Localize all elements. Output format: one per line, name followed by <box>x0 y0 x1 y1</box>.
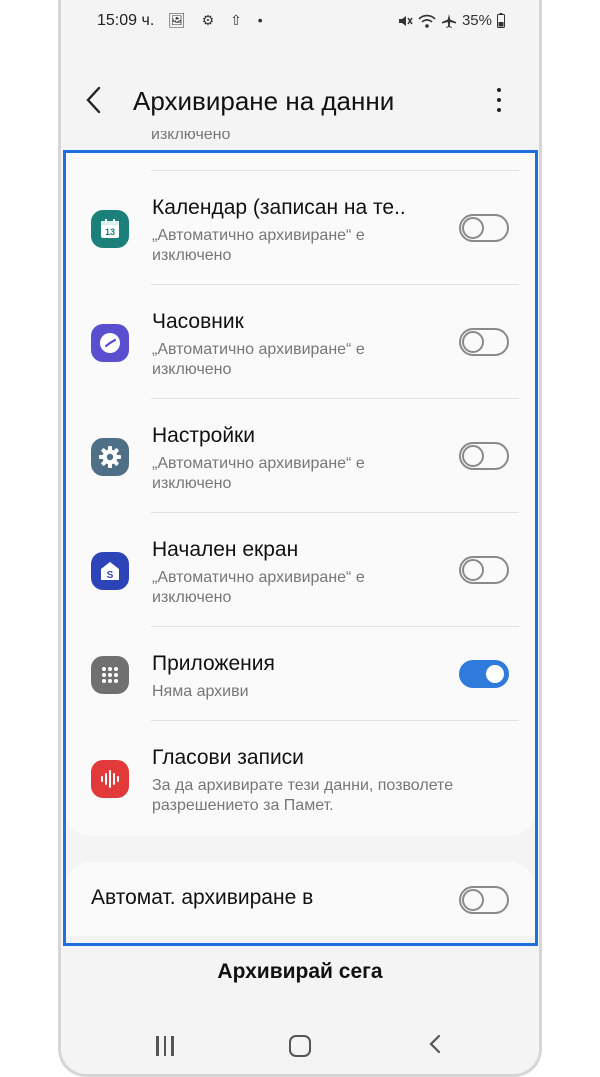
backup-items-list: 13 Календар (записан на те.. „Автоматичн… <box>65 150 535 836</box>
item-title: Начален екран <box>152 538 299 561</box>
voice-recorder-icon <box>91 760 129 798</box>
wifi-icon <box>418 14 436 28</box>
more-dot <box>497 108 501 112</box>
item-subtitle: Няма архиви <box>152 683 249 700</box>
item-subtitle: За да архивирате тези данни, позволете р… <box>152 777 454 814</box>
home-screen-toggle[interactable] <box>459 556 509 584</box>
apps-grid-icon <box>91 656 129 694</box>
status-system-icons: 35% <box>397 12 505 29</box>
item-title: Часовник <box>152 310 244 333</box>
page-title: Архивиране на данни <box>133 86 395 116</box>
recent-apps-icon <box>163 1036 166 1056</box>
divider <box>151 398 519 399</box>
more-dot <box>497 98 501 102</box>
item-subtitle: „Автоматично архивиране“ е изключено <box>152 569 365 606</box>
airplane-icon <box>441 13 456 28</box>
item-subtitle: „Автоматично архивиране“ е изключено <box>152 341 365 378</box>
recent-apps-icon <box>171 1036 174 1056</box>
chevron-left-icon <box>429 1034 441 1054</box>
home-button[interactable] <box>289 1035 311 1057</box>
divider <box>151 170 519 171</box>
chevron-left-icon <box>86 86 101 114</box>
home-screen-icon: S <box>91 552 129 590</box>
settings-toggle[interactable] <box>459 442 509 470</box>
battery-icon <box>497 13 505 28</box>
app-header: Архивиране на данни <box>61 72 539 132</box>
divider <box>151 626 519 627</box>
battery-percent: 35% <box>461 12 492 29</box>
item-title: Приложения <box>152 652 275 675</box>
item-title: Гласови записи <box>152 746 304 769</box>
recent-apps-button[interactable] <box>156 1036 174 1056</box>
item-title: Настройки <box>152 424 255 447</box>
nav-back-button[interactable] <box>427 1030 443 1065</box>
back-button[interactable] <box>83 82 113 118</box>
calendar-toggle[interactable] <box>459 214 509 242</box>
divider <box>151 720 519 721</box>
auto-backup-row[interactable]: Автомат. архивиране в <box>65 862 535 936</box>
auto-backup-label: Автомат. архивиране в <box>91 886 314 909</box>
apps-toggle[interactable] <box>459 660 509 688</box>
divider <box>151 512 519 513</box>
item-subtitle: „Автоматично архивиране“ е изключено <box>152 455 365 492</box>
clock-icon <box>91 324 129 362</box>
auto-backup-toggle[interactable] <box>459 886 509 914</box>
gear-icon <box>91 438 129 476</box>
recent-apps-icon <box>156 1036 159 1056</box>
more-options-button[interactable] <box>489 84 509 116</box>
more-dot <box>497 88 501 92</box>
svg-text:13: 13 <box>105 227 115 237</box>
backup-now-button[interactable]: Архивирай сега <box>61 960 539 984</box>
calendar-icon: 13 <box>91 210 129 248</box>
navigation-bar <box>61 1028 539 1064</box>
mute-icon <box>398 15 413 26</box>
status-bar: 15:09 ч. 🖼 ⚙ ⇧ • 35% <box>61 0 539 44</box>
item-subtitle: „Автоматично архивиране“ е изключено <box>152 227 365 264</box>
status-time: 15:09 ч. <box>97 12 155 29</box>
divider <box>151 284 519 285</box>
clock-toggle[interactable] <box>459 328 509 356</box>
scrolled-off-subtitle: изключено <box>151 131 231 143</box>
item-title: Календар (записан на те.. <box>152 196 406 219</box>
svg-text:S: S <box>107 570 114 581</box>
phone-frame: 15:09 ч. 🖼 ⚙ ⇧ • 35% Архивиране на данни… <box>58 0 542 1077</box>
status-notification-icons: 🖼 ⚙ ⇧ • <box>168 12 269 28</box>
